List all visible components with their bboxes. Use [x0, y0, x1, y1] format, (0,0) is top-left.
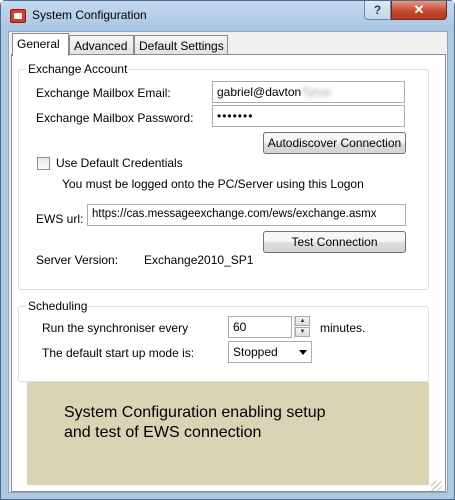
caption-line-2: and test of EWS connection	[64, 424, 262, 441]
exchange-account-group-title: Exchange Account	[26, 62, 130, 76]
server-version-label: Server Version:	[36, 253, 119, 267]
app-icon	[10, 9, 26, 23]
startup-mode-label: The default start up mode is:	[42, 346, 195, 360]
window-title: System Configuration	[32, 8, 147, 22]
scheduling-group	[18, 306, 429, 382]
server-version-value: Exchange2010_SP1	[144, 253, 254, 267]
scheduling-group-title: Scheduling	[26, 299, 90, 313]
startup-mode-value: Stopped	[233, 345, 278, 359]
spin-down-icon[interactable]: ▼	[295, 327, 310, 337]
autodiscover-connection-button[interactable]: Autodiscover Connection	[263, 132, 406, 154]
tab-general[interactable]: General	[12, 33, 69, 56]
email-label: Exchange Mailbox Email:	[36, 86, 171, 100]
default-credentials-note: You must be logged onto the PC/Server us…	[62, 177, 364, 191]
system-configuration-window: System Configuration ? ✕ General Advance…	[0, 0, 455, 500]
caption-line-1: System Configuration enabling setup	[64, 404, 326, 421]
tab-advanced[interactable]: Advanced	[69, 35, 134, 55]
chevron-down-icon	[299, 350, 307, 355]
tab-default-settings[interactable]: Default Settings	[134, 35, 228, 55]
startup-mode-select[interactable]: Stopped	[228, 341, 312, 363]
use-default-credentials-checkbox[interactable]	[37, 157, 50, 170]
resize-grip-icon[interactable]	[431, 481, 443, 493]
sync-interval-input[interactable]: 60	[228, 316, 292, 338]
test-connection-button[interactable]: Test Connection	[263, 231, 406, 253]
ews-url-field[interactable]: https://cas.messageexchange.com/ews/exch…	[87, 204, 406, 226]
password-field[interactable]: •••••••	[212, 105, 405, 127]
caption-overlay: System Configuration enabling setup and …	[27, 382, 429, 485]
email-value: gabriel@davton	[217, 85, 302, 99]
help-button[interactable]: ?	[364, 1, 391, 20]
email-field[interactable]: gabriel@davtonTyrus	[212, 81, 405, 103]
sync-interval-spinner: ▲ ▼	[294, 316, 310, 338]
sync-interval-label: Run the synchroniser every	[42, 321, 189, 335]
sync-interval-unit: minutes.	[320, 321, 366, 335]
close-button[interactable]: ✕	[391, 1, 447, 20]
use-default-credentials-label: Use Default Credentials	[56, 156, 183, 170]
spin-up-icon[interactable]: ▲	[295, 316, 310, 326]
password-label: Exchange Mailbox Password:	[36, 111, 194, 125]
email-value-redacted: Tyrus	[301, 85, 331, 99]
ews-url-label: EWS url:	[36, 212, 84, 226]
